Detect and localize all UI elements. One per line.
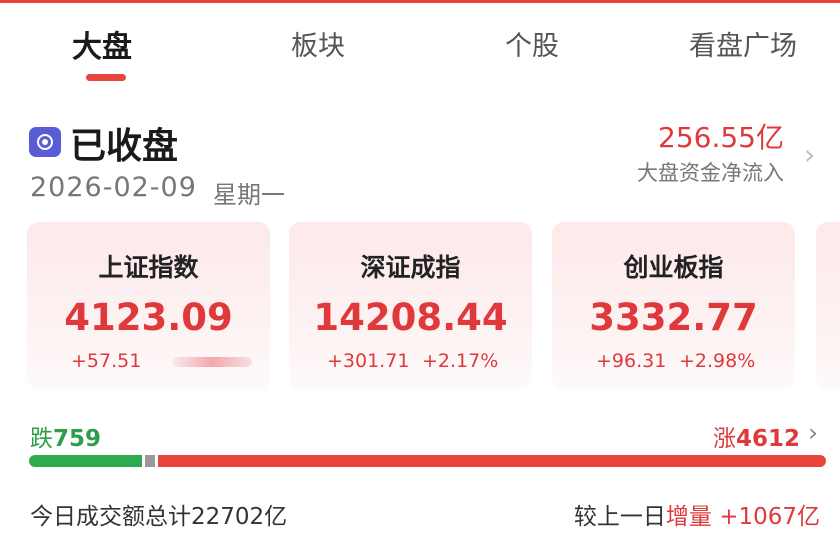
index-name: 创业板指 <box>623 253 724 282</box>
tab-stocks[interactable]: 个股 <box>505 24 559 63</box>
index-percent: +2.98% <box>679 350 756 372</box>
decliners-count: 跌759 <box>30 419 101 453</box>
index-value: 14208.44 <box>313 296 508 339</box>
market-status-title: 已收盘 <box>70 126 179 167</box>
net-inflow-value[interactable]: 256.55亿 <box>658 116 784 156</box>
index-card-next-partial[interactable] <box>816 222 840 390</box>
index-card-shanghai[interactable]: 上证指数 4123.09 +57.51 <box>27 222 270 390</box>
chevron-right-icon[interactable]: › <box>804 138 815 171</box>
index-change: +96.31 <box>596 350 667 372</box>
index-value: 4123.09 <box>64 296 233 339</box>
index-value: 3332.77 <box>589 296 758 339</box>
advancers-bar <box>158 455 826 467</box>
trading-date: 2026-02-09 <box>30 172 197 203</box>
decliners-label: 跌 <box>30 426 53 452</box>
index-name: 上证指数 <box>98 253 199 282</box>
chevron-right-icon[interactable]: › <box>808 418 818 447</box>
index-percent: +2.17% <box>422 350 499 372</box>
advancers-number: 4612 <box>735 426 800 452</box>
top-accent-line <box>0 0 840 3</box>
tab-market[interactable]: 大盘 <box>72 22 132 66</box>
tab-market-square[interactable]: 看盘广场 <box>689 24 797 63</box>
net-inflow-label[interactable]: 大盘资金净流入 <box>637 157 784 187</box>
compare-type: 增量 <box>665 504 712 530</box>
tab-bar: 大盘 板块 个股 看盘广场 <box>0 18 840 88</box>
decliners-number: 759 <box>53 426 102 452</box>
index-change: +57.51 <box>71 350 142 372</box>
tab-sectors[interactable]: 板块 <box>291 24 345 63</box>
compare-prefix: 较上一日 <box>573 504 666 530</box>
market-status-icon <box>29 127 61 157</box>
turnover-compare: 较上一日增量 +1067亿 <box>574 497 820 531</box>
index-card-chinext[interactable]: 创业板指 3332.77 +96.31 +2.98% <box>552 222 795 390</box>
index-name: 深证成指 <box>360 253 461 282</box>
unchanged-bar <box>145 455 155 467</box>
decliners-bar <box>29 455 142 467</box>
compare-value: +1067亿 <box>719 504 820 530</box>
index-card-shenzhen[interactable]: 深证成指 14208.44 +301.71 +2.17% <box>289 222 532 390</box>
turnover-total: 今日成交额总计22702亿 <box>30 504 288 530</box>
trading-weekday: 星期一 <box>213 181 285 209</box>
blurred-percent <box>172 357 252 367</box>
index-change: +301.71 <box>327 350 410 372</box>
active-tab-indicator <box>86 74 126 81</box>
advancers-count[interactable]: 涨4612 <box>713 419 800 453</box>
advancers-label: 涨 <box>712 426 736 452</box>
market-breadth-bar <box>29 455 826 467</box>
